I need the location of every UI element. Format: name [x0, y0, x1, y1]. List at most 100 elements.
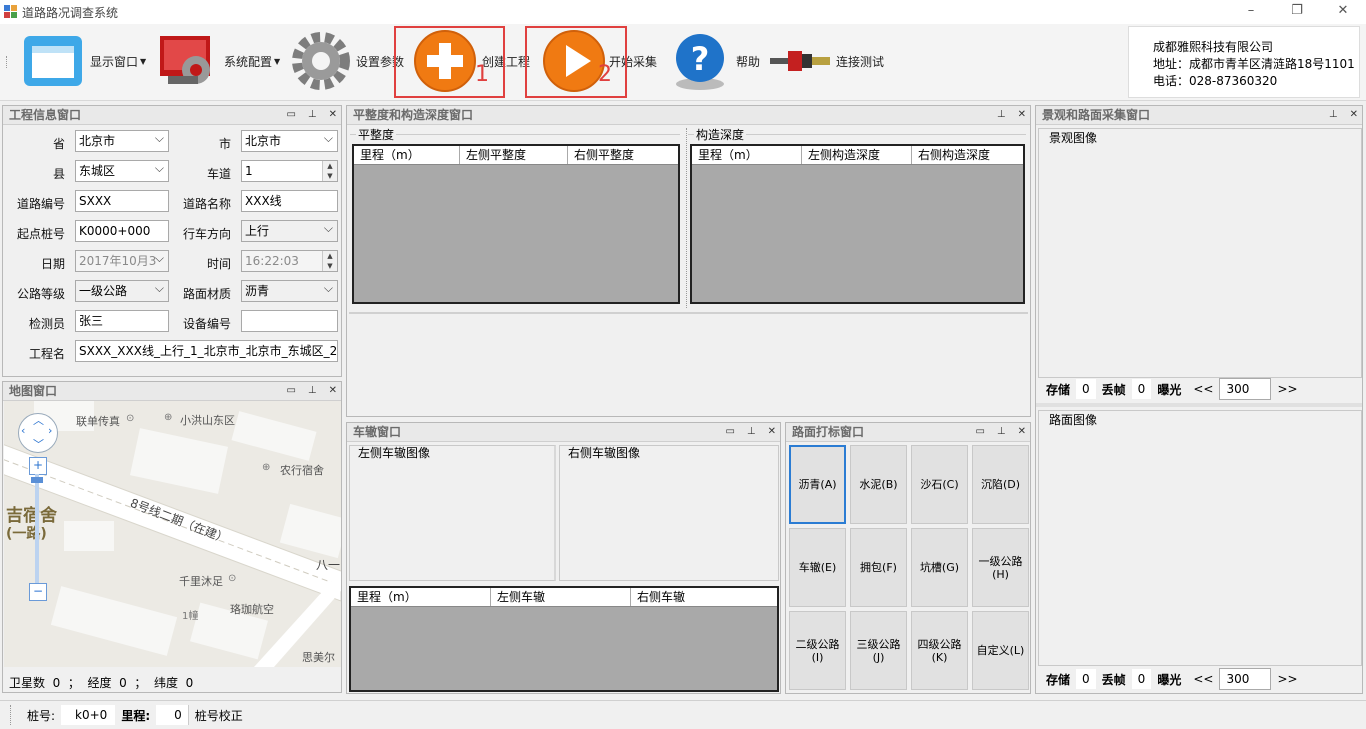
mark-button-bulge[interactable]: 拥包(F)	[850, 528, 907, 607]
store-count: 0	[1076, 669, 1096, 689]
spin-arrows-icon[interactable]: ▲ ▼	[322, 161, 337, 181]
company-address: 地址：成都市青羊区清涟路18号1101	[1153, 57, 1355, 71]
pan-up-icon[interactable]: ︿	[33, 412, 44, 428]
column-header[interactable]: 左侧构造深度	[802, 146, 912, 164]
column-header[interactable]: 右侧构造深度	[912, 146, 1023, 164]
map-poi-label: 联单传真	[76, 415, 120, 428]
start-stake-input[interactable]: K0000+000	[75, 220, 169, 242]
column-header[interactable]: 右侧平整度	[568, 146, 678, 164]
company-info: 成都雅熙科技有限公司 地址：成都市青羊区清涟路18号1101 电话：028-87…	[1128, 26, 1360, 98]
mark-button-gravel[interactable]: 沙石(C)	[911, 445, 968, 524]
mark-button-pothole[interactable]: 坑槽(G)	[911, 528, 968, 607]
column-header[interactable]: 里程（m）	[351, 588, 491, 606]
zoom-out-button[interactable]: −	[29, 583, 47, 601]
exposure-increase-button[interactable]: >>	[1271, 669, 1303, 689]
project-name-input[interactable]: SXXX_XXX线_上行_1_北京市_北京市_东城区_20	[75, 340, 338, 362]
mark-button-cement[interactable]: 水泥(B)	[850, 445, 907, 524]
set-params-button[interactable]: 设置参数	[290, 24, 404, 98]
mark-button-grade1[interactable]: 一级公路(H)	[972, 528, 1029, 607]
zoom-in-button[interactable]: +	[29, 457, 47, 475]
column-header[interactable]: 左侧车辙	[491, 588, 631, 606]
road-name-input[interactable]: XXX线	[241, 190, 338, 212]
date-picker[interactable]: 2017年10月3	[75, 250, 169, 272]
rut-table[interactable]: 里程（m） 左侧车辙 右侧车辙	[349, 586, 779, 692]
pin-icon[interactable]: ⊥	[308, 106, 317, 124]
gear-icon	[292, 32, 350, 90]
pan-down-icon[interactable]: ﹀	[33, 436, 44, 452]
close-icon[interactable]: ✕	[329, 382, 337, 400]
pin-icon[interactable]: ⊥	[997, 106, 1006, 124]
device-input[interactable]	[241, 310, 338, 332]
panel-buttons: ▭ ⊥ ✕	[975, 423, 1026, 441]
exposure-decrease-button[interactable]: <<	[1187, 669, 1219, 689]
exposure-input[interactable]: 300	[1219, 378, 1272, 400]
close-icon[interactable]: ✕	[329, 106, 337, 124]
float-icon[interactable]: ▭	[286, 106, 295, 124]
pan-right-icon[interactable]: ›	[48, 424, 52, 437]
column-header[interactable]: 里程（m）	[692, 146, 802, 164]
mark-button-subsidence[interactable]: 沉陷(D)	[972, 445, 1029, 524]
show-window-button[interactable]: 显示窗口 ▼	[22, 24, 146, 98]
map-view[interactable]: 联单传真 ⊙ ⊕ 小洪山东区 ⊕ 农行宿舍 8号线二期（在建） 八一 吉宿舍 (…	[4, 401, 341, 667]
province-select[interactable]: 北京市	[75, 130, 169, 152]
mark-button-custom[interactable]: 自定义(L)	[972, 611, 1029, 690]
close-button[interactable]: ✕	[1320, 0, 1366, 24]
mark-button-asphalt[interactable]: 沥青(A)	[789, 445, 846, 524]
drop-label: 丢帧	[1101, 672, 1126, 687]
float-icon[interactable]: ▭	[725, 423, 734, 441]
window-title: 道路路况调查系统	[22, 6, 119, 20]
flatness-table[interactable]: 里程（m） 左侧平整度 右侧平整度	[352, 144, 680, 304]
direction-select[interactable]: 上行	[241, 220, 338, 242]
right-rut-image: 右侧车辙图像	[559, 445, 779, 581]
mark-button-grade3[interactable]: 三级公路(J)	[850, 611, 907, 690]
county-select[interactable]: 东城区	[75, 160, 169, 182]
map-pan-control[interactable]: ︿ ﹀ ‹ ›	[18, 413, 58, 453]
road-no-input[interactable]: SXXX	[75, 190, 169, 212]
map-poi-label: 农行宿舍	[280, 464, 324, 477]
restore-button[interactable]: ❐	[1274, 0, 1320, 24]
toolbar-grip[interactable]	[6, 56, 10, 68]
splitter[interactable]	[1036, 403, 1362, 407]
chart-area	[349, 312, 1028, 414]
lane-stepper[interactable]: 1 ▲ ▼	[241, 160, 338, 182]
material-select[interactable]: 沥青	[241, 280, 338, 302]
column-header[interactable]: 左侧平整度	[460, 146, 568, 164]
close-icon[interactable]: ✕	[1018, 423, 1026, 441]
column-header[interactable]: 右侧车辙	[631, 588, 777, 606]
inspector-input[interactable]: 张三	[75, 310, 169, 332]
table-header: 里程（m） 左侧车辙 右侧车辙	[351, 588, 777, 607]
mark-button-grade4[interactable]: 四级公路(K)	[911, 611, 968, 690]
zoom-slider-handle[interactable]	[31, 477, 43, 483]
device-label: 设备编号	[182, 317, 231, 331]
column-header[interactable]: 里程（m）	[354, 146, 460, 164]
close-icon[interactable]: ✕	[1350, 106, 1358, 124]
mark-button-grade2[interactable]: 二级公路(I)	[789, 611, 846, 690]
zoom-slider[interactable]	[35, 474, 39, 584]
pin-icon[interactable]: ⊥	[308, 382, 317, 400]
grade-select[interactable]: 一级公路	[75, 280, 169, 302]
depth-table[interactable]: 里程（m） 左侧构造深度 右侧构造深度	[690, 144, 1025, 304]
close-icon[interactable]: ✕	[1018, 106, 1026, 124]
pin-icon[interactable]: ⊥	[747, 423, 756, 441]
float-icon[interactable]: ▭	[975, 423, 984, 441]
mark-panel: 路面打标窗口 ▭ ⊥ ✕ 沥青(A) 水泥(B) 沙石(C) 沉陷(D) 车辙(E)…	[785, 422, 1031, 694]
pin-icon[interactable]: ⊥	[997, 423, 1006, 441]
road-image: 路面图像	[1038, 410, 1362, 666]
time-picker[interactable]: 16:22:03 ▲ ▼	[241, 250, 338, 272]
stake-correct-button[interactable]: 桩号校正	[187, 705, 249, 725]
float-icon[interactable]: ▭	[286, 382, 295, 400]
minimize-button[interactable]: –	[1228, 0, 1274, 24]
pan-left-icon[interactable]: ‹	[21, 424, 25, 437]
help-button[interactable]: ? 帮助	[672, 24, 760, 98]
exposure-decrease-button[interactable]: <<	[1187, 379, 1219, 399]
sys-config-button[interactable]: 系统配置 ▼	[158, 24, 280, 98]
spin-arrows-icon[interactable]: ▲ ▼	[322, 251, 337, 271]
conn-test-button[interactable]: 连接测试	[770, 24, 884, 98]
city-select[interactable]: 北京市	[241, 130, 338, 152]
mark-button-rut[interactable]: 车辙(E)	[789, 528, 846, 607]
exposure-increase-button[interactable]: >>	[1271, 379, 1303, 399]
exposure-input[interactable]: 300	[1219, 668, 1272, 690]
pin-icon[interactable]: ⊥	[1329, 106, 1338, 124]
close-icon[interactable]: ✕	[768, 423, 776, 441]
road-no-label: 道路编号	[16, 197, 65, 211]
